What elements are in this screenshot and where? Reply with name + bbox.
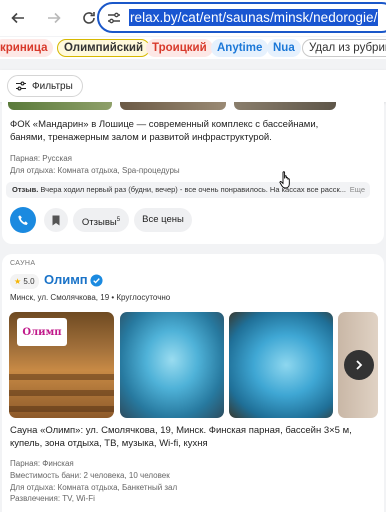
listing-card-mandarin: ФОК «Мандарин» в Лошице — современный ко… [2, 102, 384, 244]
bench-plank [9, 390, 114, 396]
chip-troitskiy[interactable]: Троицкий [146, 39, 213, 57]
meta-entertainment: Развлечения: TV, Wi-Fi [10, 494, 95, 503]
review-label: Отзыв. [12, 185, 39, 194]
sliders-icon [16, 81, 26, 91]
venue-logo: Олимп [17, 318, 67, 346]
browser-toolbar: relax.by/cat/ent/saunas/minsk/nedorogie/ [0, 0, 386, 36]
back-button[interactable] [6, 6, 30, 30]
chip-olimpiyskiy[interactable]: Олимпийский [57, 39, 151, 57]
arrow-right-icon [48, 12, 61, 24]
gallery-photo-pool[interactable] [120, 312, 224, 418]
filters-label: Фильтры [32, 80, 73, 92]
venue-title[interactable]: Олимп [44, 272, 88, 287]
verified-badge-icon [90, 274, 103, 287]
chip-removed[interactable]: Удал из рубрики [302, 39, 386, 57]
photo-thumbnail[interactable] [234, 102, 336, 110]
listing-description: ФОК «Мандарин» в Лошице — современный ко… [10, 119, 319, 143]
chip-nua[interactable]: Nua [267, 39, 301, 57]
bench-plank [9, 374, 114, 380]
meta-rest: Для отдыха: Комната отдыха, Spa-процедур… [10, 166, 180, 175]
filters-button[interactable]: Фильтры [7, 75, 83, 97]
rating-value: 5.0 [23, 277, 35, 286]
reviews-count: 5 [116, 217, 121, 223]
review-text: Вчера ходил первый раз (будни, вечер) - … [38, 185, 346, 194]
meta-steam-room: Парная: Финская [10, 459, 74, 468]
meta-rest: Для отдыха: Комната отдыха, Банкетный за… [10, 483, 178, 492]
star-icon: ★ [14, 277, 22, 286]
listing-description: Сауна «Олимп»: ул. Смолячкова, 19, Минск… [10, 425, 352, 449]
hand-cursor-icon [279, 171, 290, 189]
review-more-link[interactable]: Еще [345, 182, 365, 198]
arrow-left-icon [11, 12, 24, 24]
reviews-label: Отзывы [81, 217, 117, 229]
meta-capacity: Вместимость бани: 2 человека, 10 человек [10, 471, 170, 480]
bookmark-button[interactable] [44, 208, 68, 232]
gallery-next-button[interactable] [344, 350, 374, 380]
gallery-photo-jacuzzi[interactable] [229, 312, 333, 418]
chip-anytime[interactable]: Anytime [211, 39, 269, 57]
listing-card-olimp: САУНА ★ 5.0 Олимп Минск, ул. Смолячкова,… [2, 254, 384, 512]
call-button[interactable] [10, 207, 36, 233]
gallery-photo-sauna[interactable]: Олимп [9, 312, 114, 418]
all-prices-button[interactable]: Все цены [134, 208, 192, 232]
photo-thumbnail[interactable] [120, 102, 226, 110]
forward-button[interactable] [42, 6, 66, 30]
url-text[interactable]: relax.by/cat/ent/saunas/minsk/nedorogie/ [129, 9, 379, 26]
chip-krinitsa[interactable]: криница [0, 39, 54, 57]
address-bar[interactable]: relax.by/cat/ent/saunas/minsk/nedorogie/ [97, 2, 386, 33]
site-settings-icon[interactable] [106, 10, 122, 26]
photo-thumbnail[interactable] [8, 102, 112, 110]
meta-steam-room: Парная: Русская [10, 154, 72, 163]
reload-icon [83, 12, 95, 24]
venue-address: Минск, ул. Смолячкова, 19 • Круглосуточн… [10, 293, 171, 302]
bench-plank [9, 406, 114, 412]
chevron-right-icon [356, 360, 363, 370]
phone-icon [17, 214, 28, 225]
reviews-button[interactable]: Отзывы5 [73, 208, 129, 232]
category-label: САУНА [10, 260, 36, 267]
filter-bar: Фильтры [0, 70, 386, 102]
review-snippet[interactable]: Отзыв. Вчера ходил первый раз (будни, ве… [6, 182, 370, 198]
rating-badge: ★ 5.0 [10, 274, 39, 289]
bookmark-icon [52, 215, 60, 225]
tag-chips-row: криница Олимпийский Троицкий Anytime Nua… [0, 37, 386, 59]
